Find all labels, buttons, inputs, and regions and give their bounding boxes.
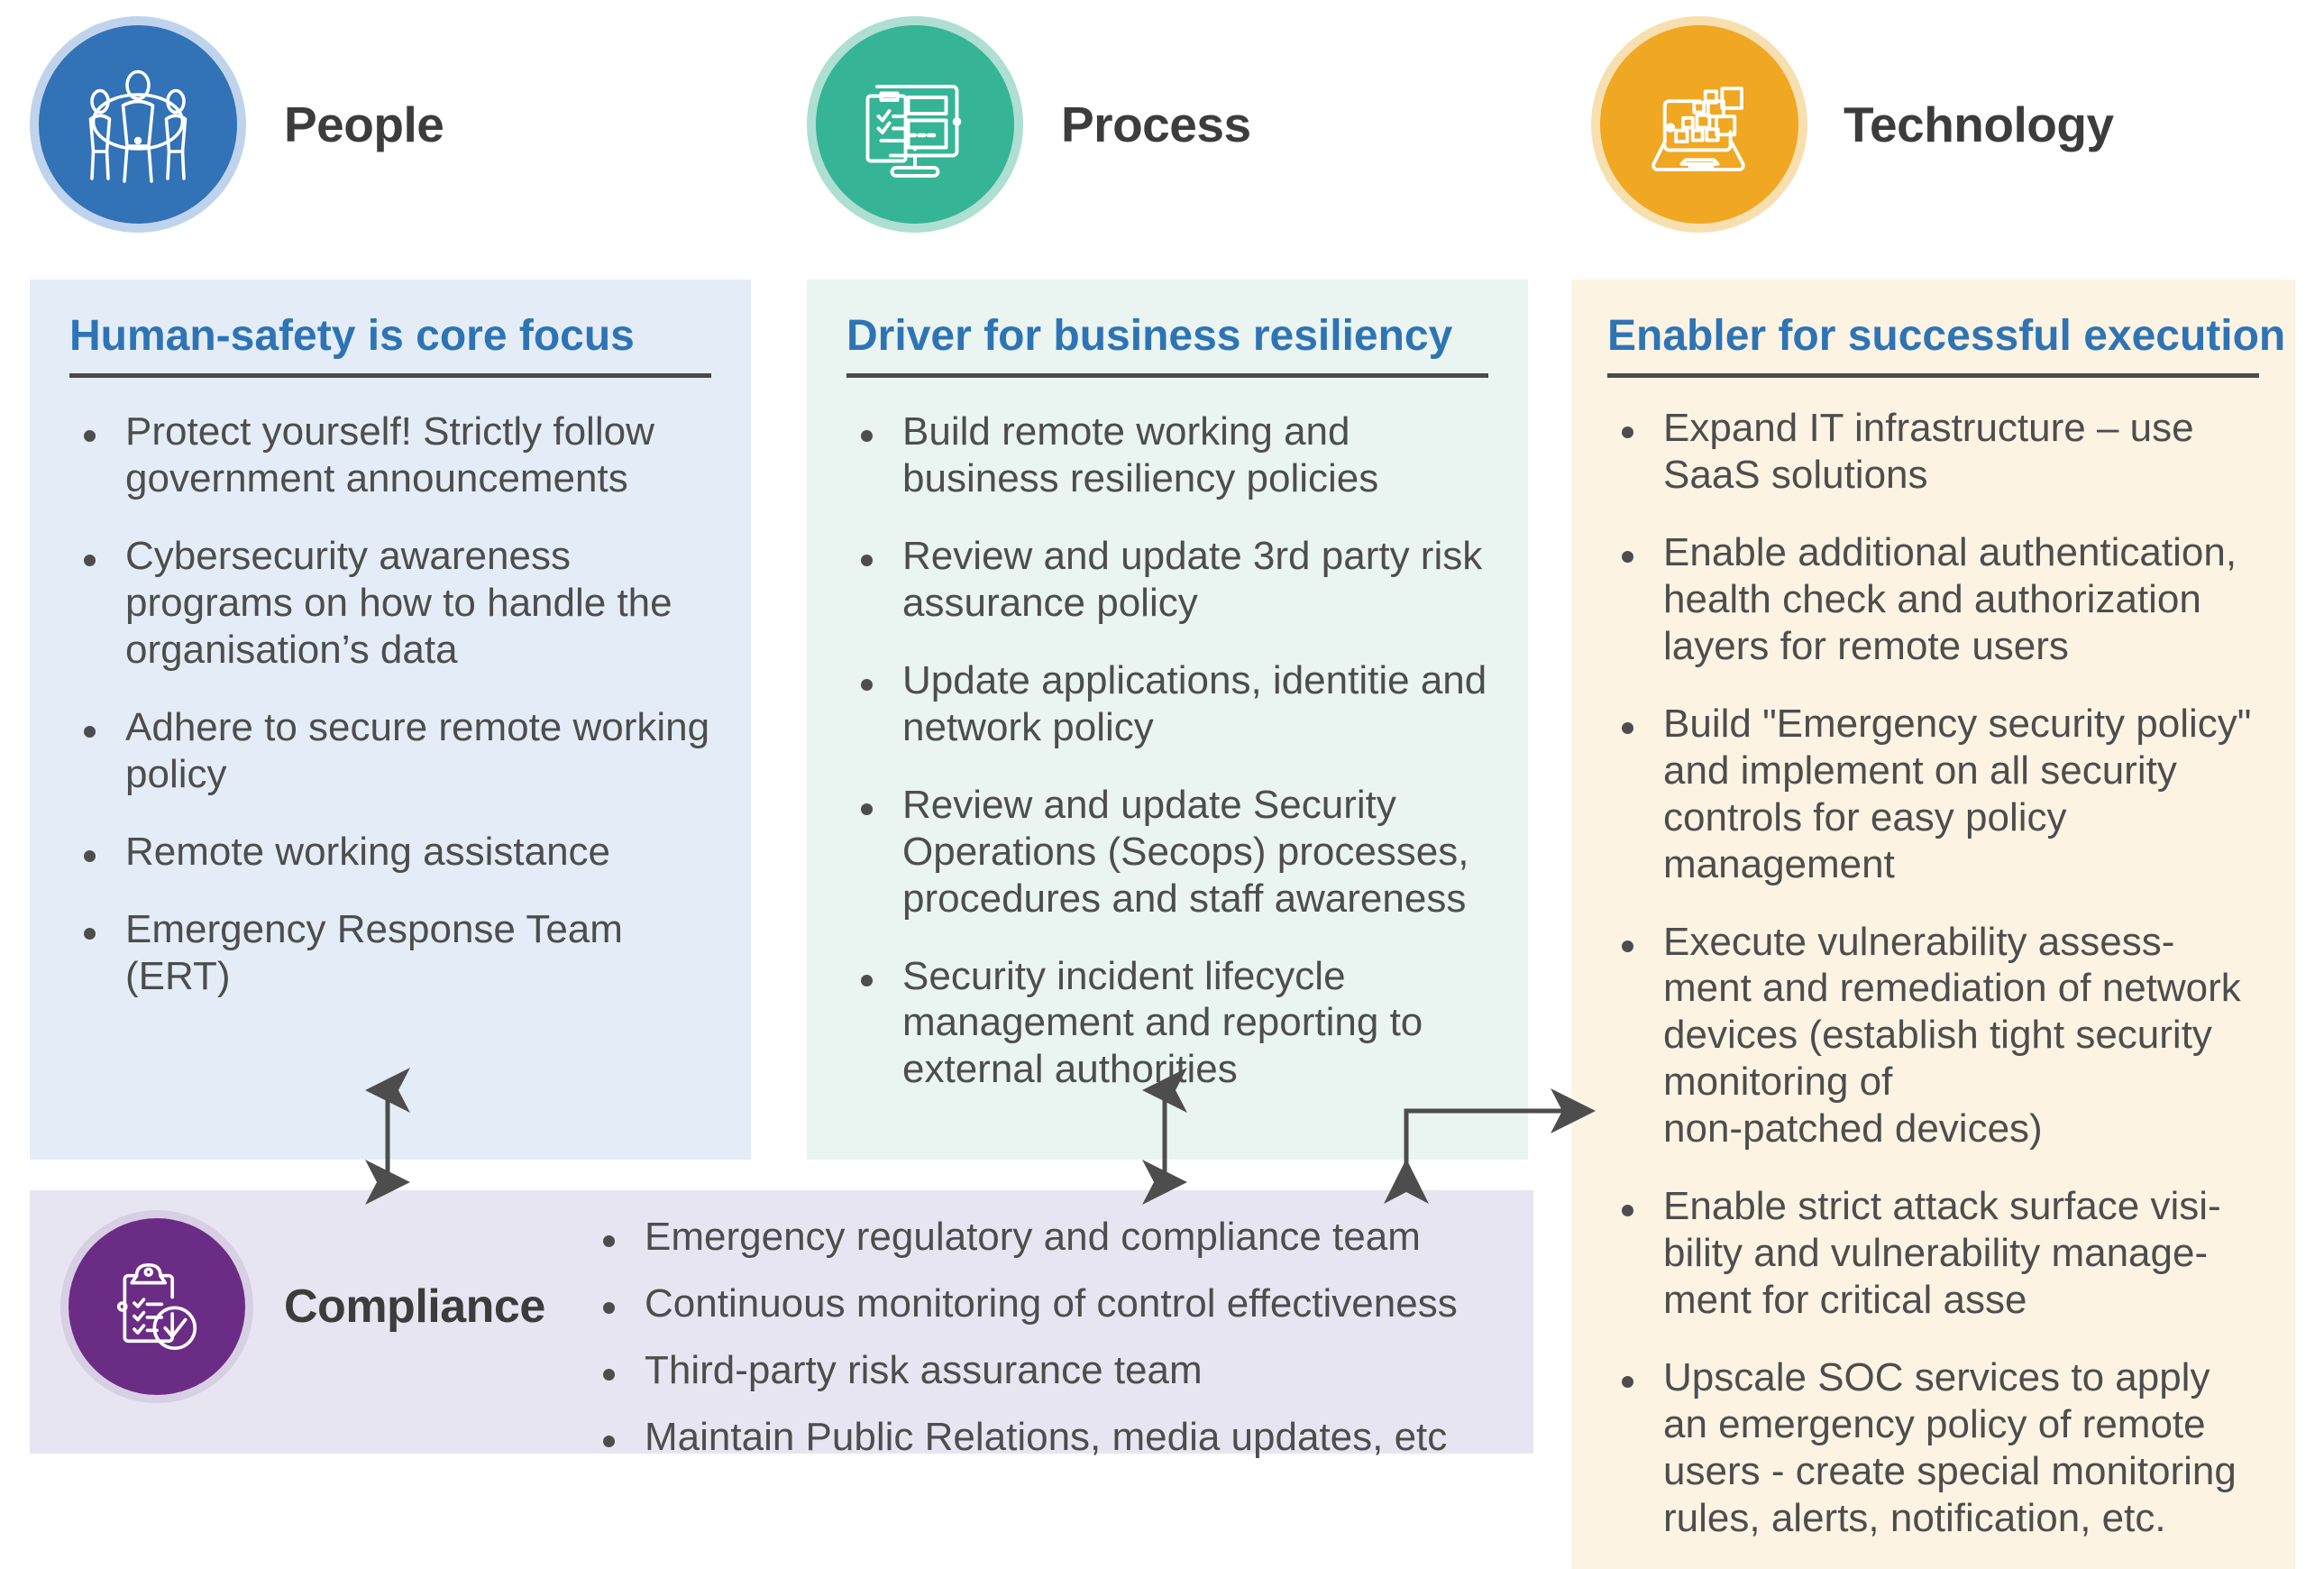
bullet-list: Build remote working and business resili… bbox=[846, 408, 1488, 1093]
people-compliance-arrow bbox=[365, 1068, 410, 1205]
people-circle-icon bbox=[30, 16, 246, 233]
pillar-panel-process: Driver for business resiliency Build rem… bbox=[807, 280, 1528, 1160]
pillar-header-label: Technology bbox=[1844, 96, 2114, 152]
list-item: Third-party risk assurance team bbox=[589, 1347, 1499, 1394]
pillar-header-technology: Technology bbox=[1591, 16, 2114, 233]
compliance-label: Compliance bbox=[284, 1280, 545, 1333]
list-item: Review and update 3rd party risk assuran… bbox=[846, 533, 1488, 627]
list-item: Remote working assistance bbox=[69, 829, 711, 876]
clipboard-check-icon bbox=[60, 1210, 253, 1403]
compliance-technology-arrow bbox=[1384, 1088, 1596, 1204]
list-item: Maintain Public Relations, media updates… bbox=[589, 1414, 1499, 1461]
list-item: Update applications, identitie and netwo… bbox=[846, 657, 1488, 751]
panel-title: Human-safety is core focus bbox=[69, 312, 635, 360]
panel-title: Enabler for successful execution bbox=[1607, 312, 2286, 360]
panel-title: Driver for business resiliency bbox=[846, 312, 1453, 360]
pillar-header-process: Process bbox=[807, 16, 1251, 233]
pillar-panel-technology: Enabler for successful execution Expand … bbox=[1571, 280, 2295, 1569]
list-item: Adhere to secure remote working policy bbox=[69, 704, 711, 798]
pillar-panel-people: Human-safety is core focus Protect yours… bbox=[30, 280, 751, 1160]
checklist-monitor-icon bbox=[807, 16, 1023, 233]
list-item: Security incident lifecycle management a… bbox=[846, 953, 1488, 1094]
pillar-header-label: People bbox=[284, 96, 444, 152]
title-divider bbox=[846, 373, 1488, 379]
bullet-list: Protect yourself! Strictly follow govern… bbox=[69, 408, 711, 999]
title-divider bbox=[1607, 373, 2259, 379]
compliance-panel: Compliance Emergency regulatory and comp… bbox=[30, 1190, 1533, 1459]
list-item: Enable strict attack surface visi-bility… bbox=[1607, 1183, 2259, 1324]
bullet-list: Expand IT infrastructure – use SaaS solu… bbox=[1607, 405, 2259, 1541]
title-divider bbox=[69, 373, 711, 379]
list-item: Enable additional authentication, health… bbox=[1607, 529, 2259, 670]
list-item: Expand IT infrastructure – use SaaS solu… bbox=[1607, 405, 2259, 499]
list-item: Review and update Security Operations (S… bbox=[846, 782, 1488, 922]
pillar-header-label: Process bbox=[1061, 96, 1251, 152]
list-item: Emergency regulatory and compliance team bbox=[589, 1214, 1499, 1261]
list-item: Continuous monitoring of control effecti… bbox=[589, 1280, 1499, 1327]
list-item: Cybersecurity awareness programs on how … bbox=[69, 533, 711, 674]
list-item: Build "Emergency security policy" and im… bbox=[1607, 701, 2259, 888]
laptop-network-icon bbox=[1591, 16, 1807, 233]
list-item: Upscale SOC services to apply an emergen… bbox=[1607, 1354, 2259, 1542]
compliance-bullet-list: Emergency regulatory and compliance team… bbox=[589, 1214, 1499, 1481]
list-item: Emergency Response Team (ERT) bbox=[69, 906, 711, 1000]
pillar-header-people: People bbox=[30, 16, 444, 233]
list-item: Build remote working and business resili… bbox=[846, 408, 1488, 502]
list-item: Protect yourself! Strictly follow govern… bbox=[69, 408, 711, 502]
list-item: Execute vulnerability assess-ment and re… bbox=[1607, 919, 2259, 1153]
process-compliance-arrow bbox=[1142, 1068, 1187, 1205]
